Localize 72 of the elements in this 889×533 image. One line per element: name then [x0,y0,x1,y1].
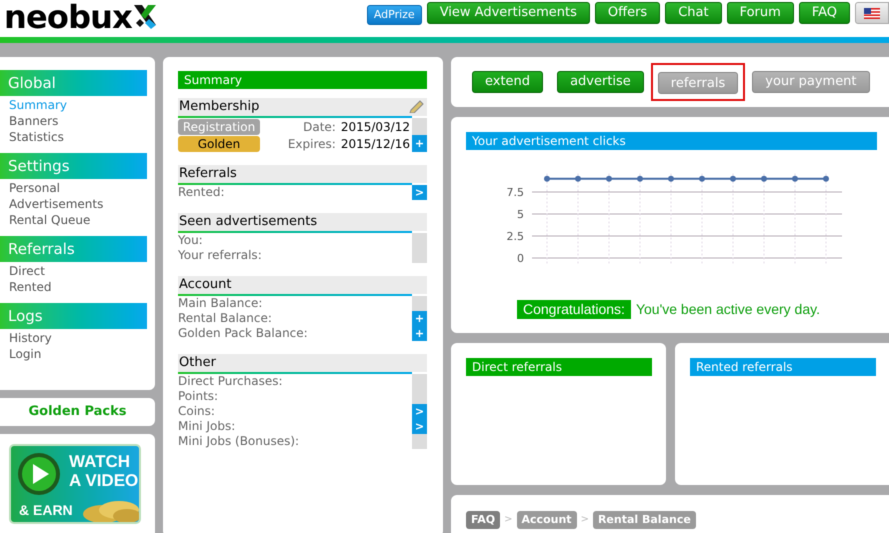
action-button[interactable]: referrals [658,72,738,94]
field-label: Direct Purchases: [178,374,283,389]
membership-badge: Golden [178,136,260,152]
sidebar-item[interactable]: Personal [9,180,60,196]
field-label: Your referrals: [178,248,262,263]
logo: neobux [4,0,132,34]
field-label: Expires: [288,136,336,152]
section-header: Other [178,354,427,372]
nav-button[interactable]: AdPrize [366,5,422,25]
nav-button[interactable]: View Advertisements [426,2,590,24]
breadcrumb-link[interactable]: FAQ [466,511,500,529]
summary-header: Summary [178,71,427,89]
field-label: Coins: [178,404,215,419]
sidebar-item[interactable]: Rented [9,279,52,295]
sidebar-item[interactable]: Statistics [9,129,64,145]
section-header: Membership [178,98,427,116]
sidebar-group-header: Logs [0,303,147,329]
field-label: Golden Pack Balance: [178,326,308,341]
sidebar-item[interactable]: Summary [9,97,67,113]
sidebar-item[interactable]: Direct [9,263,45,279]
sidebar-item[interactable]: Advertisements [9,196,104,212]
sidebar-group-header: Settings [0,153,147,179]
breadcrumb-link[interactable]: Account [516,511,577,529]
panel-header: Direct referrals [466,358,652,376]
open-button[interactable]: > [412,404,427,419]
expand-button[interactable]: + [412,326,427,341]
section-header: Seen advertisements [178,213,427,231]
banner-heading: WATCH [69,452,130,471]
congratulations-badge: Congratulations: [517,300,631,319]
sidebar-item[interactable]: Login [9,346,42,362]
action-button[interactable]: your payment [752,71,870,93]
breadcrumb-link[interactable]: Rental Balance [592,511,696,529]
nav-button[interactable]: Forum [726,2,794,24]
sidebar-group-header: Global [0,70,147,96]
open-button[interactable]: > [412,185,427,200]
expand-button[interactable]: + [412,135,427,152]
section-header: Account [178,276,427,294]
y-tick-label: 7.5 [506,186,524,199]
breadcrumb-separator: > [504,513,513,527]
breadcrumb-separator: > [580,513,589,527]
banner-caption: & EARN [19,501,73,519]
chart-header: Your advertisement clicks [466,132,877,150]
field-label: Points: [178,389,218,404]
field-label: Mini Jobs: [178,419,236,434]
banner-heading: A VIDEO [69,471,138,490]
nav-button[interactable]: Chat [665,2,722,24]
field-label: Date: [303,118,336,136]
field-label: Mini Jobs (Bonuses): [178,434,300,449]
sidebar-group-header: Referrals [0,236,147,262]
membership-badge: Registration [178,118,260,134]
field-label: Rental Balance: [178,311,272,326]
sidebar-item[interactable]: Banners [9,113,58,129]
field-label: Rented: [178,185,225,200]
y-tick-label: 5 [517,208,524,221]
congratulations-message: You've been active every day. [636,300,820,319]
field-value: 2015/12/16 [340,136,410,152]
y-tick-label: 0 [517,252,524,265]
panel-header: Rented referrals [690,358,876,376]
field-value: 2015/03/12 [340,118,410,136]
action-button[interactable]: advertise [557,71,644,93]
watch-video-banner[interactable]: WATCH A VIDEO & EARN [9,444,141,524]
nav-button[interactable]: FAQ [798,2,850,24]
sidebar-item[interactable]: Rental Queue [9,212,90,228]
field-label: Main Balance: [178,296,262,311]
action-button[interactable]: extend [472,71,544,93]
nav-button[interactable]: Offers [594,2,660,24]
open-button[interactable]: > [412,419,427,434]
expand-button[interactable]: + [412,311,427,326]
field-label: You: [178,233,203,248]
section-header: Referrals [178,165,427,183]
y-tick-label: 2.5 [506,230,524,243]
sidebar-item[interactable]: History [9,330,52,346]
